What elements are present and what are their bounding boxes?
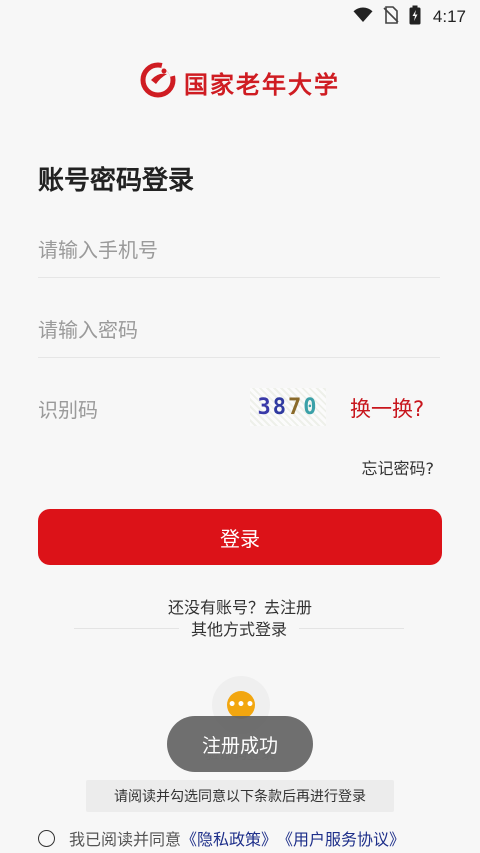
- logo-text: 国家老年大学: [184, 70, 340, 99]
- captcha-char: 3: [257, 394, 273, 420]
- refresh-captcha-link[interactable]: 换一换?: [350, 393, 424, 423]
- captcha-input[interactable]: [38, 398, 238, 422]
- agreement-checkbox[interactable]: [38, 829, 55, 847]
- battery-charging-icon: [409, 5, 421, 29]
- password-field: [38, 302, 440, 358]
- page-title: 账号密码登录: [38, 166, 195, 196]
- app-logo: 国家老年大学: [0, 62, 480, 102]
- agreement-row: 我已阅读并同意 《隐私政策》 《用户服务协议》: [38, 826, 458, 850]
- other-methods-divider: 其他方式登录: [74, 617, 405, 639]
- chat-bubble-icon: •••: [227, 691, 255, 719]
- forgot-password-link[interactable]: 忘记密码?: [362, 455, 435, 479]
- captcha-char: 8: [272, 394, 288, 420]
- captcha-char: 7: [288, 394, 304, 420]
- password-input[interactable]: [38, 317, 440, 342]
- status-bar: 4:17: [0, 0, 480, 34]
- register-link[interactable]: 还没有账号？去注册: [0, 594, 480, 618]
- divider-line: [299, 627, 405, 629]
- captcha-char: 0: [303, 394, 319, 420]
- university-emblem-icon: [140, 62, 176, 102]
- toast-message: 注册成功: [167, 716, 313, 772]
- agreement-prefix: 我已阅读并同意: [69, 830, 182, 849]
- status-time: 4:17: [432, 7, 466, 26]
- other-methods-label: 其他方式登录: [191, 620, 288, 639]
- agreement-hint: 请阅读并勾选同意以下条款后再进行登录: [86, 780, 394, 812]
- captcha-field: 3 8 7 0 换一换?: [38, 382, 440, 438]
- wifi-icon: [353, 7, 373, 27]
- captcha-image[interactable]: 3 8 7 0: [250, 388, 326, 426]
- divider-line: [74, 627, 179, 629]
- no-sim-icon: [383, 6, 399, 28]
- login-button[interactable]: 登录: [38, 509, 442, 565]
- privacy-policy-link[interactable]: 《隐私政策》: [181, 826, 277, 850]
- phone-input[interactable]: [38, 237, 440, 262]
- service-agreement-link[interactable]: 《用户服务协议》: [277, 826, 405, 850]
- phone-field: [38, 222, 440, 278]
